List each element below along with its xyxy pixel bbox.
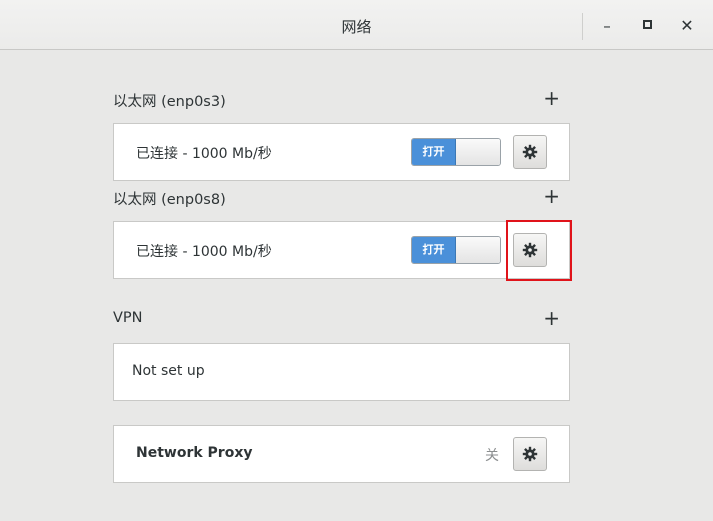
network-proxy-settings-button[interactable] [513, 437, 547, 471]
vpn-header: VPN + [113, 308, 570, 330]
gear-icon [522, 144, 538, 160]
highlight-box [506, 220, 572, 281]
toggle-knob [456, 237, 500, 263]
section-title: 以太网 (enp0s3) [113, 94, 226, 110]
add-connection-button[interactable]: + [543, 186, 560, 206]
section-title: VPN [113, 310, 143, 326]
title-bar: 网络 – ✕ [0, 0, 713, 50]
network-proxy-label: Network Proxy [136, 445, 253, 461]
ethernet-enp0s8-header: 以太网 (enp0s8) + [113, 186, 570, 208]
network-proxy-state: 关 [485, 448, 499, 464]
toggle-knob [456, 139, 500, 165]
vpn-status: Not set up [132, 363, 205, 379]
add-connection-button[interactable]: + [543, 88, 560, 108]
network-proxy-card[interactable]: Network Proxy 关 [113, 425, 570, 483]
vpn-card: Not set up [113, 343, 570, 401]
ethernet-enp0s3-header: 以太网 (enp0s3) + [113, 88, 570, 110]
maximize-button[interactable] [637, 16, 657, 36]
toggle-on-label: 打开 [412, 237, 456, 263]
ethernet-enp0s3-toggle[interactable]: 打开 [411, 138, 501, 166]
connection-status: 已连接 - 1000 Mb/秒 [136, 146, 272, 162]
maximize-icon [642, 20, 652, 29]
minimize-button[interactable]: – [597, 16, 617, 36]
gear-icon [522, 446, 538, 462]
ethernet-enp0s8-card: 已连接 - 1000 Mb/秒 打开 [113, 221, 570, 279]
ethernet-enp0s3-settings-button[interactable] [513, 135, 547, 169]
connection-status: 已连接 - 1000 Mb/秒 [136, 244, 272, 260]
section-title: 以太网 (enp0s8) [113, 192, 226, 208]
ethernet-enp0s8-toggle[interactable]: 打开 [411, 236, 501, 264]
toggle-on-label: 打开 [412, 139, 456, 165]
ethernet-enp0s3-card: 已连接 - 1000 Mb/秒 打开 [113, 123, 570, 181]
titlebar-separator [582, 13, 583, 40]
close-button[interactable]: ✕ [677, 16, 697, 36]
add-vpn-button[interactable]: + [543, 308, 560, 328]
